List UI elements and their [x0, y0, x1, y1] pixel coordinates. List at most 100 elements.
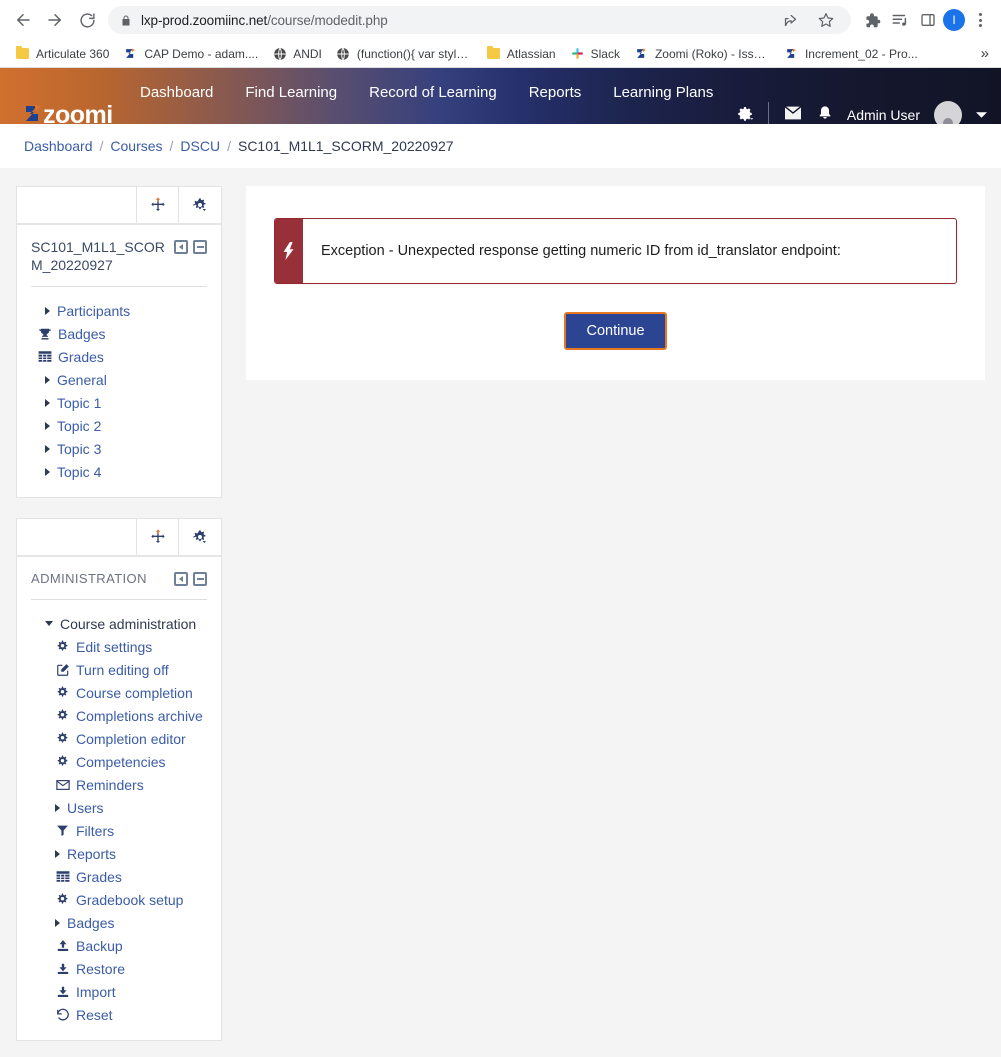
admin-item-reset[interactable]: Reset	[27, 1003, 211, 1026]
block-config-gear-icon[interactable]	[179, 519, 221, 555]
gear-icon	[55, 892, 70, 907]
nav-item-topic-3[interactable]: Topic 3	[27, 437, 211, 460]
twisty-right-icon[interactable]	[45, 444, 50, 453]
admin-item-badges[interactable]: Badges	[27, 911, 211, 934]
bookmark-item[interactable]: (function(){ var style...	[329, 43, 479, 64]
collapse-block-icon[interactable]	[193, 240, 207, 254]
chevron-down-icon[interactable]	[976, 106, 987, 124]
bookmark-item[interactable]: ANDI	[265, 43, 329, 64]
admin-item-label: Import	[76, 983, 116, 1000]
main-content: Exception - Unexpected response getting …	[246, 186, 985, 380]
user-avatar[interactable]	[934, 101, 962, 124]
bookmark-label: Slack	[590, 46, 620, 61]
forward-button[interactable]	[40, 5, 70, 35]
reload-button[interactable]	[72, 5, 102, 35]
admin-item-completion-editor[interactable]: Completion editor	[27, 727, 211, 750]
nav-item-label: Topic 2	[57, 417, 102, 434]
twisty-right-icon[interactable]	[55, 849, 60, 858]
block-controls	[17, 519, 221, 557]
upload-icon	[55, 938, 70, 953]
nav-item-topic-2[interactable]: Topic 2	[27, 414, 211, 437]
bookmark-item[interactable]: Increment_02 - Pro...	[777, 43, 925, 64]
bookmark-label: Zoomi (Roko) - Issu...	[654, 46, 770, 61]
admin-item-gradebook-setup[interactable]: Gradebook setup	[27, 888, 211, 911]
bookmark-item[interactable]: Articulate 360	[8, 43, 116, 64]
breadcrumb-item-dscu[interactable]: DSCU	[180, 138, 220, 154]
bookmark-item[interactable]: Slack	[563, 43, 627, 64]
admin-item-completions-archive[interactable]: Completions archive	[27, 704, 211, 727]
twisty-right-icon[interactable]	[45, 398, 50, 407]
breadcrumb-item-courses[interactable]: Courses	[110, 138, 162, 154]
block-controls	[17, 187, 221, 225]
envelope-icon[interactable]	[783, 105, 803, 125]
gear-icon	[55, 685, 70, 700]
address-bar[interactable]: lxp-prod.zoomiinc.net/course/modedit.php	[108, 6, 851, 34]
dock-block-icon[interactable]	[174, 572, 188, 586]
extensions-icon[interactable]	[859, 7, 885, 33]
admin-item-users[interactable]: Users	[27, 796, 211, 819]
dock-block-icon[interactable]	[174, 240, 188, 254]
bookmark-item[interactable]: Zoomi (Roko) - Issu...	[627, 43, 777, 64]
admin-item-import[interactable]: Import	[27, 980, 211, 1003]
nav-item-general[interactable]: General	[27, 368, 211, 391]
twisty-right-icon[interactable]	[55, 918, 60, 927]
nav-item-label: Grades	[58, 348, 104, 365]
reading-list-icon[interactable]	[887, 7, 913, 33]
twisty-right-icon[interactable]	[45, 467, 50, 476]
nav-item-topic-4[interactable]: Topic 4	[27, 460, 211, 483]
browser-profile-avatar[interactable]: I	[943, 9, 965, 31]
nav-link-dashboard[interactable]: Dashboard	[140, 84, 213, 101]
slack-icon	[570, 46, 585, 61]
move-handle-icon[interactable]	[137, 519, 179, 555]
twisty-right-icon[interactable]	[45, 306, 50, 315]
breadcrumb: Dashboard / Courses / DSCU / SC101_M1L1_…	[0, 124, 1001, 168]
admin-item-course-completion[interactable]: Course completion	[27, 681, 211, 704]
admin-item-grades[interactable]: Grades	[27, 865, 211, 888]
admin-item-competencies[interactable]: Competencies	[27, 750, 211, 773]
collapse-block-icon[interactable]	[193, 572, 207, 586]
admin-item-backup[interactable]: Backup	[27, 934, 211, 957]
admin-item-turn-editing-off[interactable]: Turn editing off	[27, 658, 211, 681]
move-handle-icon[interactable]	[137, 187, 179, 223]
bookmark-item[interactable]: Atlassian	[479, 43, 563, 64]
page-content: zoomi Dashboard Find Learning Record of …	[0, 68, 1001, 1057]
admin-item-course-administration[interactable]: Course administration	[27, 612, 211, 635]
navbar-username: Admin User	[846, 107, 920, 123]
side-panel-icon[interactable]	[915, 7, 941, 33]
twisty-right-icon[interactable]	[55, 803, 60, 812]
bell-icon[interactable]	[817, 104, 833, 125]
admin-item-label: Turn editing off	[76, 661, 169, 678]
nav-item-label: Topic 3	[57, 440, 102, 457]
nav-link-learning-plans[interactable]: Learning Plans	[613, 84, 713, 101]
admin-item-filters[interactable]: Filters	[27, 819, 211, 842]
share-icon[interactable]	[777, 7, 803, 33]
nav-link-reports[interactable]: Reports	[529, 84, 582, 101]
nav-item-grades[interactable]: Grades	[27, 345, 211, 368]
admin-item-label: Users	[67, 799, 104, 816]
admin-item-edit-settings[interactable]: Edit settings	[27, 635, 211, 658]
three-dot-menu-icon[interactable]	[967, 7, 993, 33]
admin-item-reports[interactable]: Reports	[27, 842, 211, 865]
nav-item-participants[interactable]: Participants	[27, 299, 211, 322]
breadcrumb-item-dashboard[interactable]: Dashboard	[24, 138, 93, 154]
admin-item-reminders[interactable]: Reminders	[27, 773, 211, 796]
bookmarks-overflow-button[interactable]: »	[975, 43, 995, 64]
nav-item-badges[interactable]: Badges	[27, 322, 211, 345]
star-icon[interactable]	[813, 7, 839, 33]
admin-item-restore[interactable]: Restore	[27, 957, 211, 980]
zoomi-logo[interactable]: zoomi	[25, 101, 113, 124]
block-config-gear-icon[interactable]	[179, 187, 221, 223]
bookmark-item[interactable]: CAP Demo - adam....	[116, 43, 265, 64]
nav-item-topic-1[interactable]: Topic 1	[27, 391, 211, 414]
globe-icon	[336, 46, 351, 61]
back-button[interactable]	[8, 5, 38, 35]
twisty-down-icon[interactable]	[45, 621, 53, 627]
twisty-right-icon[interactable]	[45, 421, 50, 430]
navbar-right-tools: Admin User	[736, 101, 987, 124]
twisty-right-icon[interactable]	[45, 375, 50, 384]
gear-dropdown-icon[interactable]	[736, 104, 754, 125]
continue-button[interactable]: Continue	[564, 312, 667, 350]
nav-link-find-learning[interactable]: Find Learning	[245, 84, 337, 101]
nav-link-record-of-learning[interactable]: Record of Learning	[369, 84, 497, 101]
main-card: Exception - Unexpected response getting …	[246, 186, 985, 380]
